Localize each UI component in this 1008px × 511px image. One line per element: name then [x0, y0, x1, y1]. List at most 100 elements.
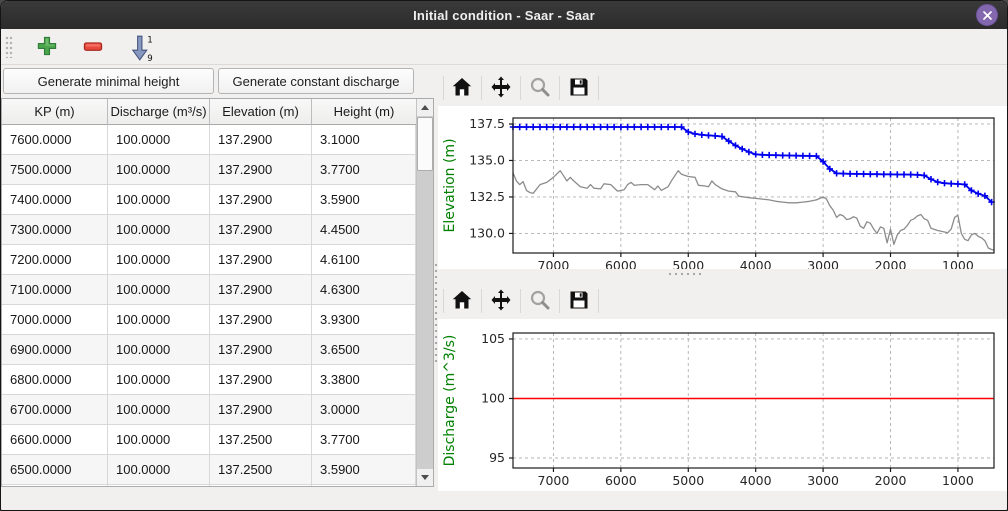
table-cell[interactable]: 137.2900 [210, 305, 312, 335]
column-header-elevation[interactable]: Elevation (m) [210, 99, 312, 125]
table-cell[interactable]: 3.0000 [312, 395, 416, 425]
titlebar[interactable]: Initial condition - Saar - Saar [1, 1, 1007, 29]
scroll-down-button[interactable] [417, 468, 433, 486]
pan-button[interactable] [486, 73, 516, 103]
table-cell[interactable]: 4.4500 [312, 215, 416, 245]
table-cell[interactable]: 3.9300 [312, 305, 416, 335]
table-cell[interactable]: 100.0000 [108, 125, 210, 155]
scrollbar-thumb[interactable] [417, 117, 433, 171]
table-cell[interactable]: 100.0000 [108, 245, 210, 275]
table-header: KP (m) Discharge (m³/s) Elevation (m) He… [2, 99, 416, 125]
svg-text:3000: 3000 [807, 258, 839, 269]
table-cell[interactable]: 7500.0000 [2, 155, 108, 185]
svg-text:135.0: 135.0 [469, 152, 505, 167]
table-cell[interactable]: 100.0000 [108, 155, 210, 185]
table-cell[interactable]: 3.6500 [312, 335, 416, 365]
table-cell[interactable]: 3.7700 [312, 425, 416, 455]
table-scrollbar[interactable] [416, 99, 433, 486]
table-cell[interactable]: 100.0000 [108, 275, 210, 305]
table-cell[interactable]: 100.0000 [108, 425, 210, 455]
save-floppy-icon [567, 288, 591, 312]
table-row-partial [2, 485, 416, 486]
table-cell[interactable]: 137.2900 [210, 185, 312, 215]
save-button[interactable] [564, 73, 594, 103]
home-button[interactable] [447, 73, 477, 103]
table-cell[interactable]: 137.2900 [210, 275, 312, 305]
table-cell[interactable]: 100.0000 [108, 185, 210, 215]
minus-icon [82, 35, 104, 57]
remove-row-button[interactable] [79, 32, 107, 62]
column-header-height[interactable]: Height (m) [312, 99, 416, 125]
table-cell[interactable] [2, 485, 108, 486]
svg-text:100: 100 [481, 390, 505, 405]
zoom-button[interactable] [525, 286, 555, 316]
generate-constant-discharge-button[interactable]: Generate constant discharge [218, 68, 414, 94]
table-cell[interactable]: 7100.0000 [2, 275, 108, 305]
table-cell[interactable]: 100.0000 [108, 305, 210, 335]
elevation-plot-canvas[interactable]: 7000600050004000300020001000137.5135.013… [438, 106, 1008, 269]
table-cell[interactable]: 6500.0000 [2, 455, 108, 485]
scroll-up-button[interactable] [417, 99, 433, 117]
toolbar-drag-handle[interactable] [5, 36, 13, 58]
plot-splitter[interactable] [438, 269, 1008, 279]
svg-text:4000: 4000 [740, 258, 772, 269]
add-row-button[interactable] [33, 32, 61, 62]
svg-text:137.5: 137.5 [469, 116, 505, 131]
svg-text:4000: 4000 [740, 473, 772, 488]
table-row: 6800.0000100.0000137.29003.3800 [2, 365, 416, 395]
table-cell[interactable]: 4.6100 [312, 245, 416, 275]
table-row: 7600.0000100.0000137.29003.1000 [2, 125, 416, 155]
table-cell[interactable]: 137.2900 [210, 335, 312, 365]
table-cell[interactable]: 137.2900 [210, 365, 312, 395]
table-cell[interactable]: 7300.0000 [2, 215, 108, 245]
svg-text:1000: 1000 [942, 258, 974, 269]
table-cell[interactable]: 3.5900 [312, 185, 416, 215]
column-header-discharge[interactable]: Discharge (m³/s) [108, 99, 210, 125]
table-cell[interactable]: 3.3800 [312, 365, 416, 395]
table-cell[interactable]: 7000.0000 [2, 305, 108, 335]
table-cell[interactable]: 100.0000 [108, 215, 210, 245]
table-cell[interactable]: 7200.0000 [2, 245, 108, 275]
magnifier-icon [528, 288, 552, 312]
generate-minimal-height-button[interactable]: Generate minimal height [3, 68, 214, 94]
table-cell[interactable]: 137.2900 [210, 215, 312, 245]
up-arrow-icon [421, 105, 429, 110]
table-row: 7300.0000100.0000137.29004.4500 [2, 215, 416, 245]
home-icon [450, 288, 474, 312]
table-cell[interactable]: 100.0000 [108, 365, 210, 395]
table-cell[interactable]: 6600.0000 [2, 425, 108, 455]
table-cell[interactable]: 100.0000 [108, 395, 210, 425]
table-row: 6700.0000100.0000137.29003.0000 [2, 395, 416, 425]
table-cell[interactable]: 137.2500 [210, 425, 312, 455]
table-cell[interactable]: 137.2900 [210, 395, 312, 425]
sort-button[interactable]: 1 9 [127, 32, 159, 62]
table-cell[interactable]: 137.2900 [210, 245, 312, 275]
close-button[interactable] [976, 4, 998, 26]
table-cell[interactable]: 3.5900 [312, 455, 416, 485]
table-cell[interactable] [312, 485, 416, 486]
column-header-kp[interactable]: KP (m) [2, 99, 108, 125]
table-cell[interactable]: 137.2900 [210, 155, 312, 185]
table-cell[interactable]: 6900.0000 [2, 335, 108, 365]
table-cell[interactable]: 7400.0000 [2, 185, 108, 215]
scrollbar-track[interactable] [417, 117, 433, 468]
initial-condition-table: KP (m) Discharge (m³/s) Elevation (m) He… [1, 98, 434, 487]
svg-text:5000: 5000 [672, 258, 704, 269]
discharge-plot-canvas[interactable]: 700060005000400030002000100010510095Disc… [438, 319, 1008, 491]
zoom-button[interactable] [525, 73, 555, 103]
table-cell[interactable]: 7600.0000 [2, 125, 108, 155]
pan-button[interactable] [486, 286, 516, 316]
table-cell[interactable]: 6700.0000 [2, 395, 108, 425]
table-cell[interactable] [210, 485, 312, 486]
table-cell[interactable]: 3.7700 [312, 155, 416, 185]
table-cell[interactable]: 137.2500 [210, 455, 312, 485]
table-cell[interactable]: 6800.0000 [2, 365, 108, 395]
table-cell[interactable]: 3.1000 [312, 125, 416, 155]
table-cell[interactable] [108, 485, 210, 486]
home-button[interactable] [447, 286, 477, 316]
table-cell[interactable]: 4.6300 [312, 275, 416, 305]
table-cell[interactable]: 100.0000 [108, 455, 210, 485]
table-cell[interactable]: 137.2900 [210, 125, 312, 155]
save-button[interactable] [564, 286, 594, 316]
table-cell[interactable]: 100.0000 [108, 335, 210, 365]
